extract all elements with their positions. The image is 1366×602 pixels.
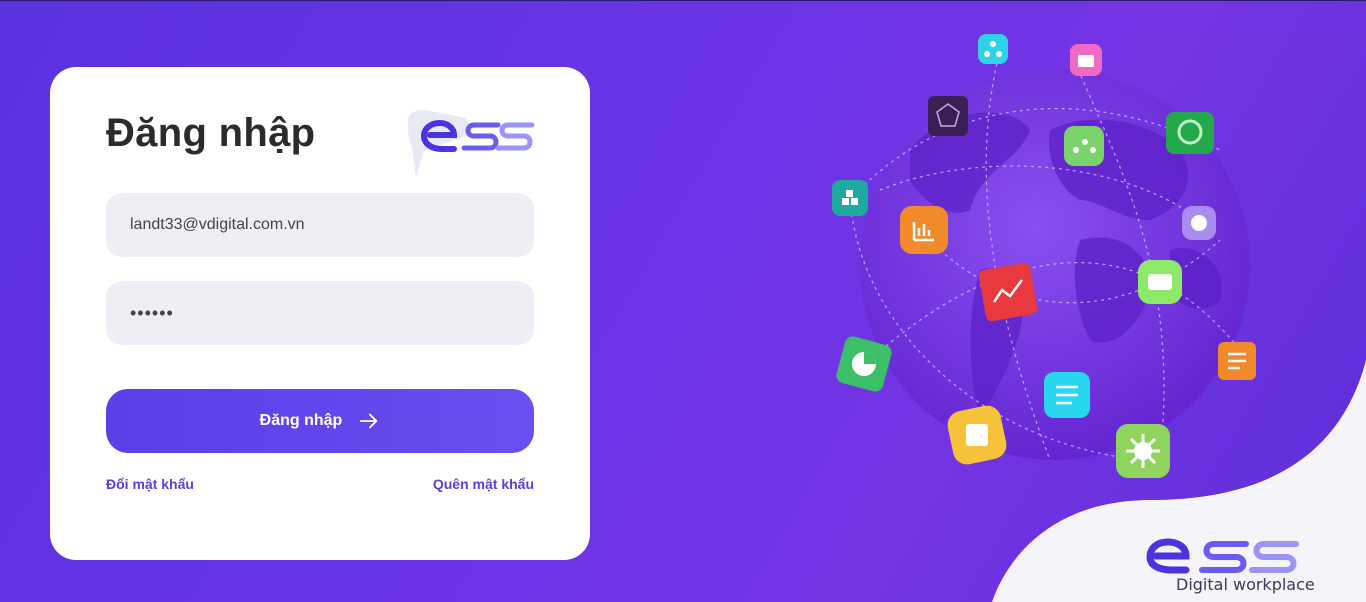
brand-tagline: Digital workplace: [1176, 575, 1315, 594]
document-icon: [1218, 342, 1256, 380]
bar-chart-icon: [900, 206, 948, 254]
login-button[interactable]: Đăng nhập: [106, 389, 534, 453]
checklist-icon: [1044, 372, 1090, 418]
share-icon: [1064, 126, 1104, 166]
password-field[interactable]: [106, 281, 534, 345]
ess-logo-bottom: [1146, 538, 1299, 574]
report-icon: [1166, 112, 1214, 154]
card-icon: [1138, 260, 1182, 304]
cube-chart-icon: [928, 96, 968, 136]
gear-icon: [1116, 424, 1170, 478]
arrow-right-icon: [360, 413, 378, 429]
forgot-password-link[interactable]: Quên mật khẩu: [433, 476, 534, 492]
ess-logo: [408, 110, 535, 177]
briefcase-icon: [1070, 44, 1102, 76]
globe-illustration: [832, 34, 1256, 478]
login-button-label: Đăng nhập: [259, 412, 343, 429]
clock-icon: [1182, 206, 1216, 240]
login-card: Đăng nhập Đăng nhập Đổi mật khẩu Quên mậ…: [50, 67, 590, 560]
login-title: Đăng nhập: [106, 111, 316, 155]
blocks-icon: [832, 180, 868, 216]
change-password-link[interactable]: Đổi mật khẩu: [106, 476, 194, 492]
analytics-icon: [978, 262, 1038, 322]
org-chart-icon: [978, 34, 1008, 64]
email-field[interactable]: [106, 193, 534, 257]
top-border: [0, 0, 1366, 1]
